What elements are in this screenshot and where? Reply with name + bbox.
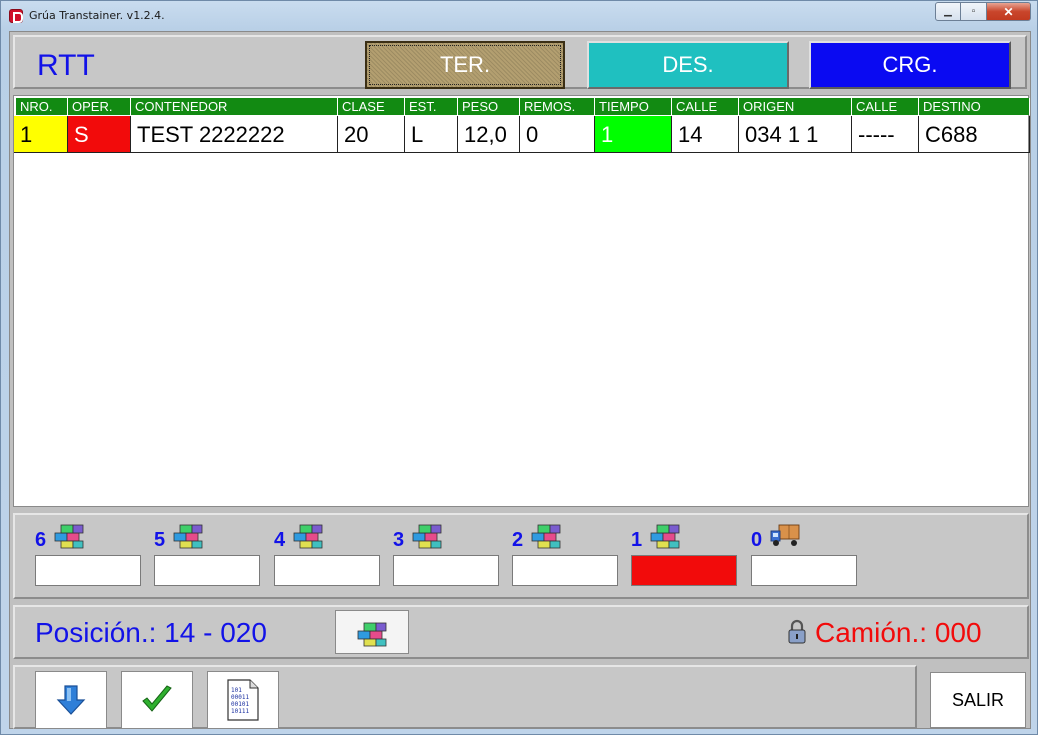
padlock-icon <box>788 619 806 644</box>
cell-est: L <box>405 116 458 153</box>
cell-calle-destino: ----- <box>852 116 919 153</box>
containers-stack-icon <box>650 524 680 549</box>
svg-text:00011: 00011 <box>231 694 249 701</box>
exit-button[interactable]: SALIR <box>930 672 1026 728</box>
column-header-contenedor: CONTENEDOR <box>131 98 338 115</box>
level-number: 5 <box>154 529 166 551</box>
column-header-destino: DESTINO <box>919 98 1030 115</box>
column-header-oper: OPER. <box>68 98 131 115</box>
binary-document-icon: 101 00011 00101 10111 <box>227 679 259 721</box>
cell-peso: 12,0 <box>458 116 520 153</box>
mode-crg-button[interactable]: CRG. <box>809 41 1011 89</box>
table-header: NRO. OPER. CONTENEDOR CLASE EST. PESO RE… <box>14 96 1030 115</box>
cell-contenedor: TEST 2222222 <box>131 116 338 153</box>
level-slot-active[interactable] <box>631 555 737 586</box>
svg-text:10111: 10111 <box>231 708 249 715</box>
main-client-area: RTT TER. DES. CRG. NRO. OPER. CONTENEDOR… <box>9 31 1031 729</box>
containers-stack-icon <box>54 524 84 549</box>
checkmark-icon <box>142 685 172 712</box>
operations-table[interactable]: NRO. OPER. CONTENEDOR CLASE EST. PESO RE… <box>13 95 1030 507</box>
containers-stack-icon <box>293 524 323 549</box>
column-header-tiempo: TIEMPO <box>595 98 672 115</box>
window-title: Grúa Transtainer. v1.2.4. <box>29 9 165 22</box>
column-header-origen: ORIGEN <box>739 98 852 115</box>
level-number: 1 <box>631 529 643 551</box>
column-header-calle-origen: CALLE <box>672 98 739 115</box>
cell-clase: 20 <box>338 116 405 153</box>
stack-levels-panel: 6 5 4 3 2 1 0 <box>13 513 1029 599</box>
header-panel: RTT TER. DES. CRG. <box>13 35 1027 89</box>
title-bar: Grúa Transtainer. v1.2.4. ▁ ▫ ✕ <box>1 1 1037 31</box>
window-controls: ▁ ▫ ✕ <box>935 2 1031 21</box>
column-header-clase: CLASE <box>338 98 405 115</box>
level-number: 3 <box>393 529 405 551</box>
column-header-peso: PESO <box>458 98 520 115</box>
position-label: Posición.: 14 - 020 <box>35 617 267 648</box>
level-slot[interactable] <box>512 555 618 586</box>
cell-remos: 0 <box>520 116 595 153</box>
level-number: 4 <box>274 529 286 551</box>
containers-stack-icon <box>531 524 561 549</box>
containers-stack-icon <box>173 524 203 549</box>
crane-type-label: RTT <box>37 49 95 82</box>
truck-label: Camión.: 000 <box>815 617 982 648</box>
level-number: 0 <box>751 529 763 551</box>
cell-oper: S <box>68 116 131 153</box>
level-slot[interactable] <box>154 555 260 586</box>
arrow-down-icon <box>56 685 86 715</box>
app-logo-icon <box>9 9 23 23</box>
move-down-button[interactable] <box>35 671 107 729</box>
document-button[interactable]: 101 00011 00101 10111 <box>207 671 279 729</box>
minimize-button[interactable]: ▁ <box>935 2 961 21</box>
column-header-calle-destino: CALLE <box>852 98 919 115</box>
level-number: 2 <box>512 529 524 551</box>
level-slot[interactable] <box>35 555 141 586</box>
cell-nro: 1 <box>14 116 68 153</box>
level-slot[interactable] <box>274 555 380 586</box>
app-window: Grúa Transtainer. v1.2.4. ▁ ▫ ✕ RTT TER.… <box>0 0 1038 735</box>
column-header-nro: NRO. <box>16 98 68 115</box>
level-slot[interactable] <box>751 555 857 586</box>
cell-origen: 034 1 1 <box>739 116 852 153</box>
truck-icon <box>770 524 800 546</box>
mode-des-button[interactable]: DES. <box>587 41 789 89</box>
containers-stack-icon <box>357 622 387 647</box>
cell-calle-origen: 14 <box>672 116 739 153</box>
toolbar-panel: 101 00011 00101 10111 <box>13 665 917 729</box>
maximize-button[interactable]: ▫ <box>961 2 987 21</box>
svg-text:101: 101 <box>231 687 242 694</box>
position-panel: Posición.: 14 - 020 Camión.: 000 <box>13 605 1029 659</box>
cell-tiempo: 1 <box>595 116 672 153</box>
level-slot[interactable] <box>393 555 499 586</box>
svg-text:00101: 00101 <box>231 701 249 708</box>
column-header-est: EST. <box>405 98 458 115</box>
mode-ter-button[interactable]: TER. <box>365 41 565 89</box>
containers-stack-icon <box>412 524 442 549</box>
column-header-remos: REMOS. <box>520 98 595 115</box>
close-button[interactable]: ✕ <box>987 2 1031 21</box>
confirm-button[interactable] <box>121 671 193 729</box>
position-stack-button[interactable] <box>335 610 409 654</box>
level-number: 6 <box>35 529 47 551</box>
cell-destino: C688 <box>919 116 1030 153</box>
